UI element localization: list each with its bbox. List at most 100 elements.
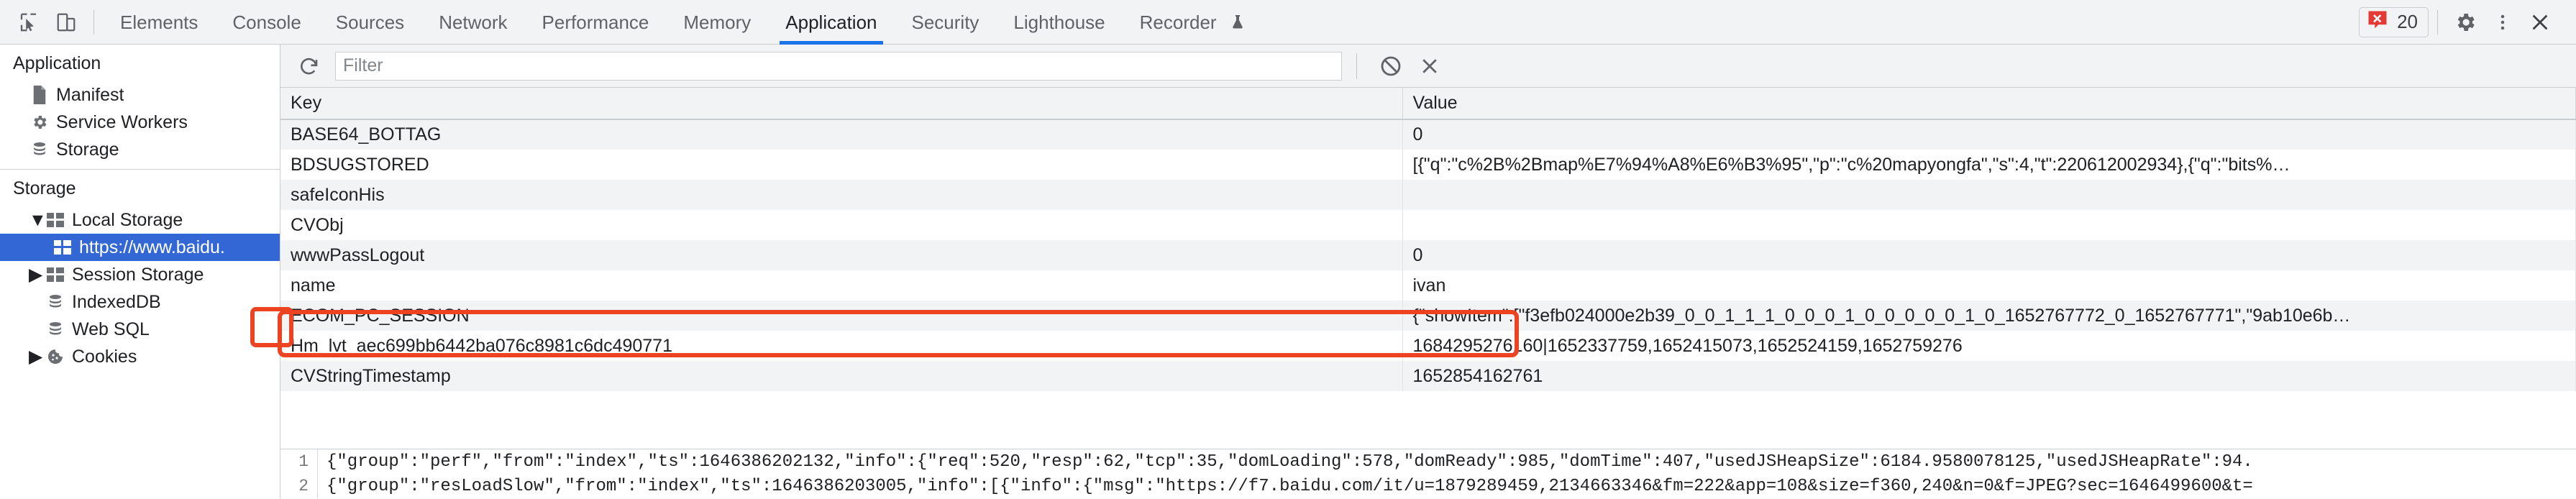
tab-console[interactable]: Console: [215, 0, 318, 45]
value-preview-pane[interactable]: 1 {"group":"perf","from":"index","ts":16…: [280, 449, 2576, 499]
cell-key[interactable]: BDSUGSTORED: [280, 150, 1403, 180]
cell-key[interactable]: name: [280, 270, 1403, 301]
tab-lighthouse-label: Lighthouse: [1013, 11, 1105, 33]
table-row[interactable]: BDSUGSTORED [{"q":"c%2B%2Bmap%E7%94%A8%E6…: [280, 150, 2576, 180]
filter-toolbar-divider: [1356, 52, 1357, 79]
table-row[interactable]: safeIconHis: [280, 180, 2576, 210]
panel-tab-strip: Elements Console Sources Network Perform…: [103, 0, 1264, 45]
tab-lighthouse[interactable]: Lighthouse: [996, 0, 1122, 45]
chevron-down-icon[interactable]: ▼: [29, 210, 47, 231]
toolbar-divider: [93, 9, 94, 35]
cell-value[interactable]: {"showItem":["f3efb024000e2b39_0_0_1_1_1…: [1402, 301, 2576, 331]
error-count-badge[interactable]: 20: [2359, 6, 2429, 37]
gear-icon[interactable]: [2447, 4, 2484, 41]
tab-elements-label: Elements: [120, 11, 198, 33]
line-number: 1: [280, 449, 318, 474]
application-sidebar: Application Manifest Service Workers Sto…: [0, 45, 280, 499]
cell-key[interactable]: wwwPassLogout: [280, 240, 1403, 270]
clear-all-circle-slash-icon[interactable]: [1371, 49, 1410, 83]
table-row[interactable]: wwwPassLogout 0: [280, 240, 2576, 270]
column-header-value[interactable]: Value: [1402, 88, 2576, 120]
table-row[interactable]: BASE64_BOTTAG 0: [280, 119, 2576, 150]
line-number: 2: [280, 474, 318, 498]
table-header: Key Value: [280, 88, 2576, 120]
sidebar-item-service-workers[interactable]: Service Workers: [0, 109, 280, 136]
devtools-top-toolbar: Elements Console Sources Network Perform…: [0, 0, 2576, 45]
tab-console-label: Console: [232, 11, 301, 33]
cell-key[interactable]: CVObj: [280, 210, 1403, 240]
column-header-key[interactable]: Key: [280, 88, 1403, 120]
cell-value[interactable]: 0: [1402, 119, 2576, 150]
device-toolbar-icon[interactable]: [47, 4, 85, 41]
database-icon: [45, 293, 66, 311]
table-row[interactable]: CVStringTimestamp 1652854162761: [280, 361, 2576, 391]
cell-value[interactable]: 1652854162761: [1402, 361, 2576, 391]
line-content: {"group":"resLoadSlow","from":"index","t…: [326, 476, 2253, 496]
cell-key[interactable]: ECOM_PC_SESSION: [280, 301, 1403, 331]
table-row[interactable]: ECOM_PC_SESSION {"showItem":["f3efb024000…: [280, 301, 2576, 331]
filter-input[interactable]: [335, 51, 1342, 81]
sidebar-item-web-sql-label: Web SQL: [72, 319, 150, 339]
storage-filter-toolbar: [280, 45, 2576, 88]
code-line: 1 {"group":"perf","from":"index","ts":16…: [280, 449, 2576, 474]
tab-memory[interactable]: Memory: [666, 0, 768, 45]
delete-x-icon[interactable]: [1410, 49, 1449, 83]
cell-key[interactable]: BASE64_BOTTAG: [280, 119, 1403, 150]
toolbar-right-divider: [2437, 9, 2438, 35]
sidebar-item-local-storage-origin-label: https://www.baidu.: [79, 237, 225, 257]
cell-value[interactable]: 1684295276160|1652337759,1652415073,1652…: [1402, 331, 2576, 361]
error-count-value: 20: [2397, 11, 2418, 32]
sidebar-item-web-sql[interactable]: Web SQL: [0, 316, 280, 343]
kebab-menu-icon[interactable]: [2484, 4, 2521, 41]
document-icon: [29, 86, 50, 104]
cell-value[interactable]: [1402, 210, 2576, 240]
flask-icon: [1229, 2, 1246, 47]
cell-value[interactable]: 0: [1402, 240, 2576, 270]
sidebar-item-session-storage[interactable]: ▶ Session Storage: [0, 261, 280, 288]
cell-value[interactable]: ivan: [1402, 270, 2576, 301]
tab-application[interactable]: Application: [768, 0, 894, 45]
cell-value[interactable]: [1402, 180, 2576, 210]
close-x-icon[interactable]: [2521, 4, 2559, 41]
line-content: {"group":"perf","from":"index","ts":1646…: [326, 452, 2253, 472]
tab-network[interactable]: Network: [421, 0, 524, 45]
sidebar-item-manifest[interactable]: Manifest: [0, 81, 280, 109]
tab-sources[interactable]: Sources: [319, 0, 421, 45]
sidebar-item-cookies-label: Cookies: [72, 346, 137, 367]
refresh-icon[interactable]: [292, 49, 326, 83]
sidebar-item-local-storage[interactable]: ▼ Local Storage: [0, 206, 280, 234]
cell-value[interactable]: [{"q":"c%2B%2Bmap%E7%94%A8%E6%B3%95","p"…: [1402, 150, 2576, 180]
table-row[interactable]: Hm_lvt_aec699bb6442ba076c8981c6dc490771 1…: [280, 331, 2576, 361]
local-storage-table-container[interactable]: Key Value BASE64_BOTTAG 0 BDSUGSTORED [{"q…: [280, 88, 2576, 449]
inspect-cursor-icon[interactable]: [10, 4, 47, 41]
sidebar-item-service-workers-label: Service Workers: [56, 111, 188, 132]
table-row-name-highlighted[interactable]: name ivan: [280, 270, 2576, 301]
tab-performance[interactable]: Performance: [525, 0, 667, 45]
local-storage-panel: Key Value BASE64_BOTTAG0 BDSUGSTORED[{"q…: [280, 45, 2576, 499]
table-grid-icon: [45, 213, 66, 227]
error-x-icon: [2367, 9, 2388, 35]
table-header-row: Key Value: [280, 88, 2576, 120]
cell-key[interactable]: Hm_lvt_aec699bb6442ba076c8981c6dc490771: [280, 331, 1403, 361]
database-icon: [29, 141, 50, 158]
tab-security-label: Security: [911, 11, 979, 33]
sidebar-item-local-storage-origin[interactable]: https://www.baidu.: [0, 234, 280, 261]
chevron-right-icon[interactable]: ▶: [29, 346, 45, 367]
tab-application-label: Application: [785, 11, 877, 33]
chevron-right-icon[interactable]: ▶: [29, 264, 45, 285]
sidebar-item-indexeddb[interactable]: IndexedDB: [0, 288, 280, 316]
cell-key[interactable]: CVStringTimestamp: [280, 361, 1403, 391]
sidebar-item-manifest-label: Manifest: [56, 84, 124, 105]
cell-key[interactable]: safeIconHis: [280, 180, 1403, 210]
sidebar-item-cookies[interactable]: ▶ Cookies: [0, 343, 280, 370]
tab-recorder[interactable]: Recorder: [1123, 0, 1264, 45]
tab-security[interactable]: Security: [895, 0, 997, 45]
sidebar-item-storage[interactable]: Storage: [0, 136, 280, 163]
table-row[interactable]: CVObj: [280, 210, 2576, 240]
tab-memory-label: Memory: [683, 11, 752, 33]
gear-icon: [29, 114, 50, 131]
devtools-body: Application Manifest Service Workers Sto…: [0, 45, 2576, 499]
cookie-icon: [45, 348, 66, 365]
local-storage-table: Key Value BASE64_BOTTAG 0 BDSUGSTORED [{"q…: [280, 88, 2576, 391]
tab-elements[interactable]: Elements: [103, 0, 215, 45]
